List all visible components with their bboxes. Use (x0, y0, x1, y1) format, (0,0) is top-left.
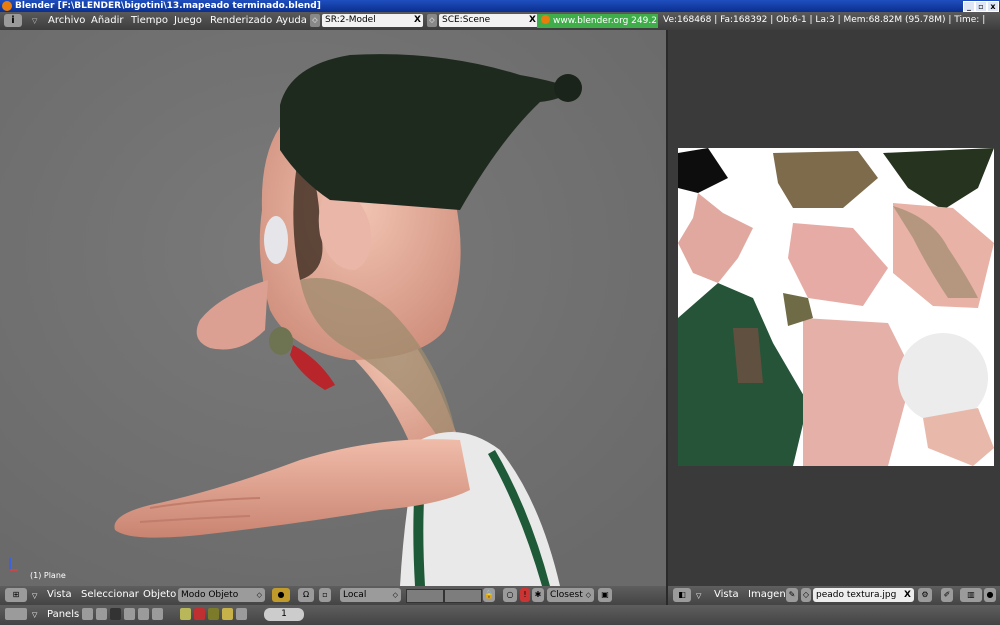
scene-context-icon[interactable] (152, 608, 163, 620)
menu-archivo[interactable]: Archivo (48, 15, 85, 26)
maximize-button[interactable]: ▫ (975, 1, 987, 12)
object-context-icon[interactable] (124, 608, 135, 620)
uv-texture-image (678, 148, 994, 466)
minimize-button[interactable]: _ (963, 1, 975, 12)
image-editor-header: ◧ ▽ Vista Imagen ✎ ◇ peado textura.jpg X … (668, 586, 1000, 605)
window-type-buttons-icon[interactable] (5, 608, 27, 620)
blender-logo-icon (541, 15, 550, 24)
menu-tiempo[interactable]: Tiempo (131, 15, 168, 26)
material-icon[interactable] (194, 608, 205, 620)
menu-juego[interactable]: Juego (174, 15, 202, 26)
pivot-icon[interactable]: Ω (298, 588, 314, 602)
dropdown-arrow-icon: ◇ (256, 591, 262, 599)
snap-icon[interactable]: ✱ (532, 588, 544, 602)
close-window-button[interactable]: x (987, 1, 999, 12)
active-object-label: (1) Plane (30, 571, 66, 580)
frame-number-field[interactable]: 1 (264, 608, 304, 621)
menu-imagen[interactable]: Imagen (748, 589, 786, 600)
render-icon[interactable]: ! (520, 588, 530, 602)
screen-name-field[interactable]: SR:2-Model X (322, 14, 423, 27)
world-icon[interactable] (236, 608, 247, 620)
screen-delete-icon[interactable]: X (414, 14, 421, 27)
window-type-3d-icon[interactable]: ⊞ (5, 588, 27, 602)
logic-context-icon[interactable] (82, 608, 93, 620)
collapse-menu-triangle-icon[interactable]: ▽ (32, 611, 37, 619)
lock-layers-icon[interactable]: 🔒 (483, 588, 495, 602)
scene-name-field[interactable]: SCE:Scene X (439, 14, 538, 27)
layer-buttons-2[interactable] (444, 589, 482, 603)
scene-browse-button[interactable]: ◇ (427, 14, 437, 27)
uv-texture-drawing (678, 148, 994, 466)
script-context-icon[interactable] (96, 608, 107, 620)
character-render (0, 30, 666, 586)
snap-target-select[interactable]: Closest ◇ (547, 588, 594, 602)
menu-renderizado[interactable]: Renderizado (210, 15, 272, 26)
image-unlink-icon[interactable]: X (904, 588, 911, 602)
layer-buttons-1[interactable] (406, 589, 444, 603)
menu-vista[interactable]: Vista (47, 589, 72, 600)
panels-menu[interactable]: Panels (47, 609, 79, 620)
pin-icon[interactable]: ✎ (786, 588, 798, 602)
image-settings-icon[interactable]: ⚙ (918, 588, 932, 602)
collapse-menu-triangle-icon[interactable]: ▽ (32, 17, 37, 25)
menu-objeto[interactable]: Objeto (143, 589, 176, 600)
3d-view-header: ⊞ ▽ Vista Seleccionar Objeto Modo Objeto… (0, 586, 666, 605)
proportional-edit-icon[interactable]: ○ (503, 588, 517, 602)
menu-ayuda[interactable]: Ayuda (276, 15, 307, 26)
window-type-image-icon[interactable]: ◧ (673, 588, 691, 602)
widget-icon[interactable]: ▫ (319, 588, 331, 602)
texture-icon[interactable] (208, 608, 219, 620)
image-name-field[interactable]: peado textura.jpg X (813, 588, 914, 602)
window-title: Blender [F:\BLENDER\bigotini\13.mapeado … (15, 1, 321, 11)
menu-seleccionar[interactable]: Seleccionar (81, 589, 139, 600)
orientation-select[interactable]: Local ◇ (340, 588, 401, 602)
scene-stats: Ve:168468 | Fa:168392 | Ob:6-1 | La:3 | … (663, 15, 986, 25)
3d-viewport[interactable]: (1) Plane (0, 30, 666, 586)
paint-icon[interactable]: ✐ (941, 588, 953, 602)
menu-anadir[interactable]: Añadir (91, 15, 124, 26)
dropdown-arrow-icon: ◇ (392, 591, 398, 599)
radiosity-icon[interactable] (222, 608, 233, 620)
dropdown-arrow-icon: ◇ (585, 591, 591, 599)
info-header: i ▽ Archivo Añadir Tiempo Juego Renderiz… (0, 12, 1000, 30)
buttons-header: ▽ Panels 1 (0, 605, 1000, 625)
mode-select[interactable]: Modo Objeto ◇ (178, 588, 265, 602)
lamp-icon[interactable] (180, 608, 191, 620)
opengl-render-icon[interactable]: ▣ (598, 588, 612, 602)
uv-image-editor[interactable] (668, 30, 1000, 586)
window-type-info-icon[interactable]: i (4, 14, 22, 27)
collapse-menu-triangle-icon[interactable]: ▽ (696, 592, 701, 600)
menu-image-vista[interactable]: Vista (714, 589, 739, 600)
image-browse-button[interactable]: ◇ (801, 588, 811, 602)
record-icon[interactable]: ● (984, 588, 996, 602)
draw-type-icon[interactable]: ● (272, 588, 290, 602)
screen-browse-button[interactable]: ◇ (310, 14, 320, 27)
shading-context-icon[interactable] (110, 608, 121, 620)
editing-context-icon[interactable] (138, 608, 149, 620)
uv-sync-icon[interactable]: ▥ (960, 588, 982, 602)
blender-url-link[interactable]: www.blender.org 249.2 (537, 14, 658, 28)
collapse-menu-triangle-icon[interactable]: ▽ (32, 592, 37, 600)
window-title-bar: Blender [F:\BLENDER\bigotini\13.mapeado … (0, 0, 1000, 12)
scene-delete-icon[interactable]: X (529, 14, 536, 27)
blender-logo-icon (2, 1, 12, 11)
